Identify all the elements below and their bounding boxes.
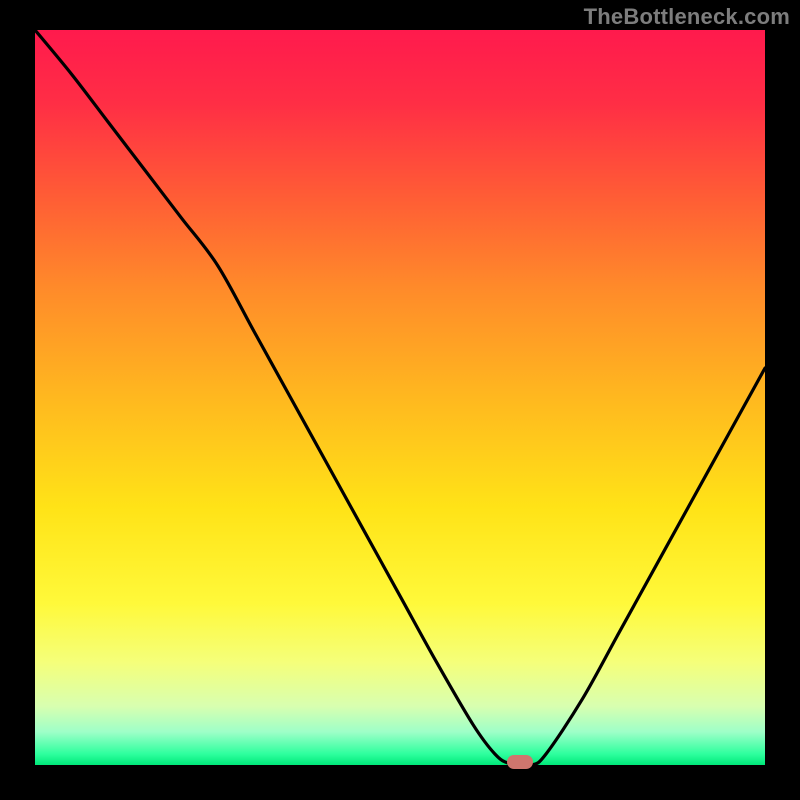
gradient-background	[35, 30, 765, 765]
bottleneck-chart	[0, 0, 800, 800]
minimum-marker	[507, 755, 533, 769]
chart-frame: TheBottleneck.com	[0, 0, 800, 800]
